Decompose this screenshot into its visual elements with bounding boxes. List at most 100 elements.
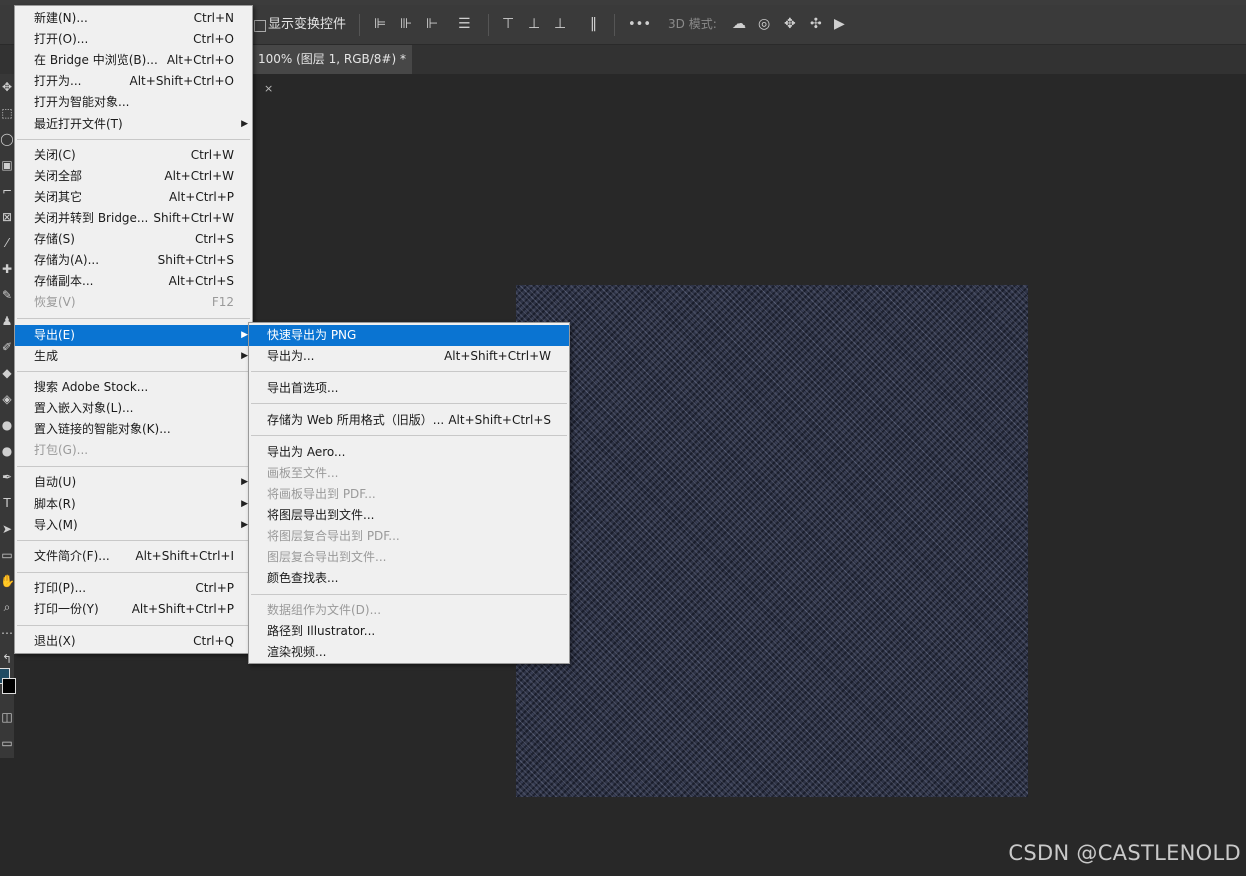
menu-item-artboards-to-pdf: 将画板导出到 PDF...	[267, 487, 376, 501]
stamp-tool-icon[interactable]: ♟	[0, 308, 14, 334]
quick-mask-icon[interactable]: ◫	[0, 704, 14, 730]
frame-tool-icon[interactable]: ⊠	[0, 204, 14, 230]
align-bottom-icon[interactable]: ⊥	[554, 5, 566, 44]
distribute-icon[interactable]: ☰	[458, 5, 471, 44]
menu-item-scripts[interactable]: 脚本(R) ▶	[15, 494, 252, 515]
submenu-arrow-icon: ▶	[241, 477, 248, 487]
menu-item-export[interactable]: 导出(E) ▶	[15, 325, 252, 346]
healing-brush-tool-icon[interactable]: ✚	[0, 256, 14, 282]
menu-item-automate[interactable]: 自动(U) ▶	[15, 472, 252, 493]
document-tab[interactable]: 100% (图层 1, RGB/8#) * ×	[252, 45, 412, 95]
menu-item-export-as[interactable]: 导出为... Alt+Shift+Ctrl+W	[249, 346, 569, 367]
history-brush-tool-icon[interactable]: ✐	[0, 334, 14, 360]
file-menu: 新建(N)... Ctrl+N 打开(O)... Ctrl+O 在 Bridge 中…	[14, 5, 253, 654]
menu-item-export-aero[interactable]: 导出为 Aero...	[249, 442, 569, 463]
align-left-icon[interactable]: ⊫	[374, 5, 386, 44]
move-tool-icon[interactable]: ✥	[0, 74, 14, 100]
menu-item-layer-comps-to-files: 图层复合导出到文件...	[267, 550, 387, 564]
menu-item-open[interactable]: 打开(O)... Ctrl+O	[15, 29, 252, 50]
gradient-tool-icon[interactable]: ◈	[0, 386, 14, 412]
show-transform-checkbox[interactable]	[254, 20, 266, 32]
menu-item-layer-comps-to-pdf: 将图层复合导出到 PDF...	[267, 529, 400, 543]
align-middle-icon[interactable]: ⊥	[528, 5, 540, 44]
menu-separator	[17, 540, 250, 541]
menu-item-revert: 恢复(V) F12	[34, 295, 234, 309]
menu-item-generate[interactable]: 生成 ▶	[15, 346, 252, 367]
menu-item-place-linked[interactable]: 置入链接的智能对象(K)...	[15, 419, 252, 440]
more-tools-icon[interactable]: ⋯	[0, 620, 14, 646]
menu-item-color-lookup-tables[interactable]: 颜色查找表...	[249, 568, 569, 589]
distribute-vertical-icon[interactable]: ‖	[590, 5, 597, 44]
menu-item-layers-to-files[interactable]: 将图层导出到文件...	[249, 505, 569, 526]
eraser-tool-icon[interactable]: ◆	[0, 360, 14, 386]
blur-tool-icon[interactable]: ●	[0, 412, 14, 438]
menu-item-browse-bridge[interactable]: 在 Bridge 中浏览(B)... Alt+Ctrl+O	[15, 50, 252, 71]
menu-separator	[251, 371, 567, 372]
menu-item-quick-export-png[interactable]: 快速导出为 PNG	[249, 325, 569, 346]
menu-item-save-copy[interactable]: 存储副本... Alt+Ctrl+S	[15, 271, 252, 292]
menu-item-save-as[interactable]: 存储为(A)... Shift+Ctrl+S	[15, 250, 252, 271]
type-tool-icon[interactable]: T	[0, 490, 14, 516]
menu-item-exit[interactable]: 退出(X) Ctrl+Q	[15, 631, 252, 652]
lasso-tool-icon[interactable]: ◯	[0, 126, 14, 152]
shape-tool-icon[interactable]: ▭	[0, 542, 14, 568]
menu-separator	[251, 403, 567, 404]
align-center-icon[interactable]: ⊪	[400, 5, 412, 44]
menu-separator	[17, 572, 250, 573]
marquee-tool-icon[interactable]: ⬚	[0, 100, 14, 126]
zoom-tool-icon[interactable]: ⌕	[0, 594, 14, 620]
menu-item-save-for-web[interactable]: 存储为 Web 所用格式（旧版）... Alt+Shift+Ctrl+S	[249, 410, 569, 431]
submenu-arrow-icon: ▶	[241, 330, 248, 340]
menu-item-save[interactable]: 存储(S) Ctrl+S	[15, 229, 252, 250]
menu-item-new[interactable]: 新建(N)... Ctrl+N	[15, 8, 252, 29]
watermark: CSDN @CASTLENOLD	[1008, 841, 1241, 865]
menu-item-file-info[interactable]: 文件简介(F)... Alt+Shift+Ctrl+I	[15, 546, 252, 567]
menu-item-close[interactable]: 关闭(C) Ctrl+W	[15, 145, 252, 166]
brush-tool-icon[interactable]: ✎	[0, 282, 14, 308]
menu-item-render-video[interactable]: 渲染视频...	[249, 642, 569, 663]
submenu-arrow-icon: ▶	[241, 499, 248, 509]
menu-item-recent-files[interactable]: 最近打开文件(T) ▶	[15, 114, 252, 135]
quick-select-tool-icon[interactable]: ▣	[0, 152, 14, 178]
submenu-arrow-icon: ▶	[241, 351, 248, 361]
divider	[614, 14, 615, 36]
menu-item-open-as[interactable]: 打开为... Alt+Shift+Ctrl+O	[15, 71, 252, 92]
document-tab-title: 100% (图层 1, RGB/8#) *	[258, 52, 406, 66]
menu-item-paths-to-illustrator[interactable]: 路径到 Illustrator...	[249, 621, 569, 642]
3d-roll-icon[interactable]: ◎	[758, 5, 770, 44]
menu-item-print[interactable]: 打印(P)... Ctrl+P	[15, 578, 252, 599]
screen-mode-icon[interactable]: ▭	[0, 730, 14, 756]
3d-scale-icon[interactable]: ▶	[834, 5, 845, 44]
align-top-icon[interactable]: ⊤	[502, 5, 514, 44]
crop-tool-icon[interactable]: ⌐	[0, 178, 14, 204]
3d-rotate-icon[interactable]: ☁	[732, 5, 746, 44]
menu-item-close-go-bridge[interactable]: 关闭并转到 Bridge... Shift+Ctrl+W	[15, 208, 252, 229]
menu-item-open-smart-object[interactable]: 打开为智能对象...	[15, 92, 252, 113]
menu-separator	[17, 625, 250, 626]
menu-item-close-others[interactable]: 关闭其它 Alt+Ctrl+P	[15, 187, 252, 208]
more-options-icon[interactable]: •••	[628, 5, 651, 44]
dodge-tool-icon[interactable]: ●	[0, 438, 14, 464]
path-select-tool-icon[interactable]: ➤	[0, 516, 14, 542]
3d-slide-icon[interactable]: ✣	[810, 5, 822, 44]
show-transform-label: 显示变换控件	[268, 17, 347, 32]
hand-tool-icon[interactable]: ✋	[0, 568, 14, 594]
background-color-swatch[interactable]	[2, 678, 16, 694]
menu-item-import[interactable]: 导入(M) ▶	[15, 515, 252, 536]
close-icon[interactable]: ×	[264, 82, 273, 95]
pen-tool-icon[interactable]: ✒	[0, 464, 14, 490]
3d-mode-label: 3D 模式:	[668, 17, 717, 31]
align-right-icon[interactable]: ⊩	[426, 5, 438, 44]
menu-item-artboards-to-files: 画板至文件...	[267, 466, 339, 480]
3d-pan-icon[interactable]: ✥	[784, 5, 796, 44]
canvas-image[interactable]	[516, 285, 1028, 797]
menu-item-export-preferences[interactable]: 导出首选项...	[249, 378, 569, 399]
menu-item-package: 打包(G)...	[34, 443, 89, 457]
menu-item-print-one-copy[interactable]: 打印一份(Y) Alt+Shift+Ctrl+P	[15, 599, 252, 620]
menu-separator	[251, 594, 567, 595]
menu-item-close-all[interactable]: 关闭全部 Alt+Ctrl+W	[15, 166, 252, 187]
menu-item-search-adobe-stock[interactable]: 搜索 Adobe Stock...	[15, 377, 252, 398]
menu-separator	[17, 466, 250, 467]
menu-item-place-embedded[interactable]: 置入嵌入对象(L)...	[15, 398, 252, 419]
eyedropper-tool-icon[interactable]: ⁄	[0, 230, 14, 256]
